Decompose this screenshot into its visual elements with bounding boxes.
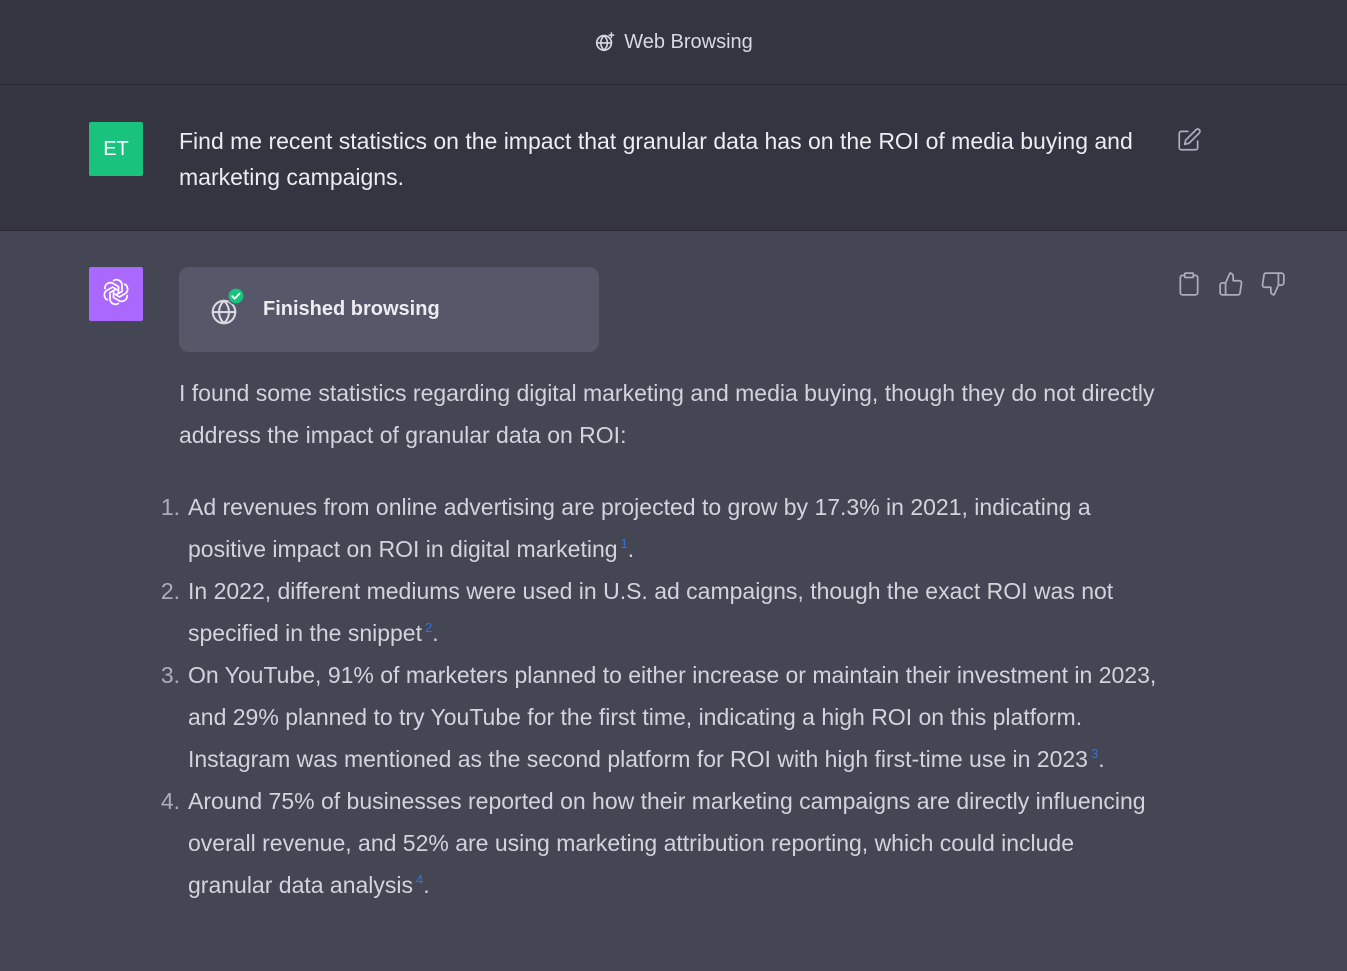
response-intro: I found some statistics regarding digita… [179, 380, 1155, 448]
list-item-text: Ad revenues from online advertising are … [188, 494, 1091, 562]
user-message-text: Find me recent statistics on the impact … [179, 128, 1133, 190]
list-item-text: In 2022, different mediums were used in … [188, 578, 1114, 646]
message-actions [1176, 271, 1286, 297]
copy-clipboard-icon[interactable] [1176, 271, 1202, 297]
list-item-period: . [423, 872, 430, 898]
globe-sparkle-icon [594, 31, 616, 53]
top-bar: Web Browsing [0, 0, 1347, 85]
openai-logo-icon [100, 276, 132, 313]
model-indicator: Web Browsing [594, 31, 753, 54]
globe-icon [209, 286, 245, 327]
edit-icon[interactable] [1176, 127, 1202, 153]
browsing-status-card[interactable]: Finished browsing [179, 267, 599, 352]
list-item-period: . [432, 620, 439, 646]
list-item-number: 2. [160, 578, 180, 604]
citation-link[interactable]: 1 [621, 536, 628, 551]
list-item: 4. Around 75% of businesses reported on … [161, 780, 1159, 906]
user-message-row: ET Find me recent statistics on the impa… [0, 85, 1347, 231]
check-circle-icon [227, 286, 245, 305]
assistant-response: I found some statistics regarding digita… [161, 372, 1159, 906]
list-item-period: . [627, 536, 635, 562]
list-item: 1. Ad revenues from online advertising a… [161, 486, 1159, 570]
header-title: Web Browsing [624, 30, 753, 53]
assistant-message-row: Finished browsing I found some statistic… [0, 231, 1347, 971]
list-item: 2. In 2022, different mediums were used … [161, 570, 1159, 654]
browse-status-label: Finished browsing [263, 298, 440, 320]
list-item: 3. On YouTube, 91% of marketers planned … [161, 654, 1159, 780]
thumbs-up-icon[interactable] [1218, 271, 1244, 297]
list-item-text: On YouTube, 91% of marketers planned to … [188, 662, 1157, 772]
list-item-text: Around 75% of businesses reported on how… [188, 788, 1146, 898]
thumbs-down-icon[interactable] [1260, 271, 1286, 297]
user-avatar: ET [89, 122, 143, 176]
list-item-period: . [1098, 746, 1105, 772]
assistant-avatar [89, 267, 143, 321]
statistics-list: 1. Ad revenues from online advertising a… [161, 486, 1159, 906]
list-item-number: 1. [160, 494, 180, 520]
user-avatar-initials: ET [103, 137, 129, 160]
list-item-number: 4. [160, 788, 180, 814]
list-item-number: 3. [160, 662, 180, 688]
